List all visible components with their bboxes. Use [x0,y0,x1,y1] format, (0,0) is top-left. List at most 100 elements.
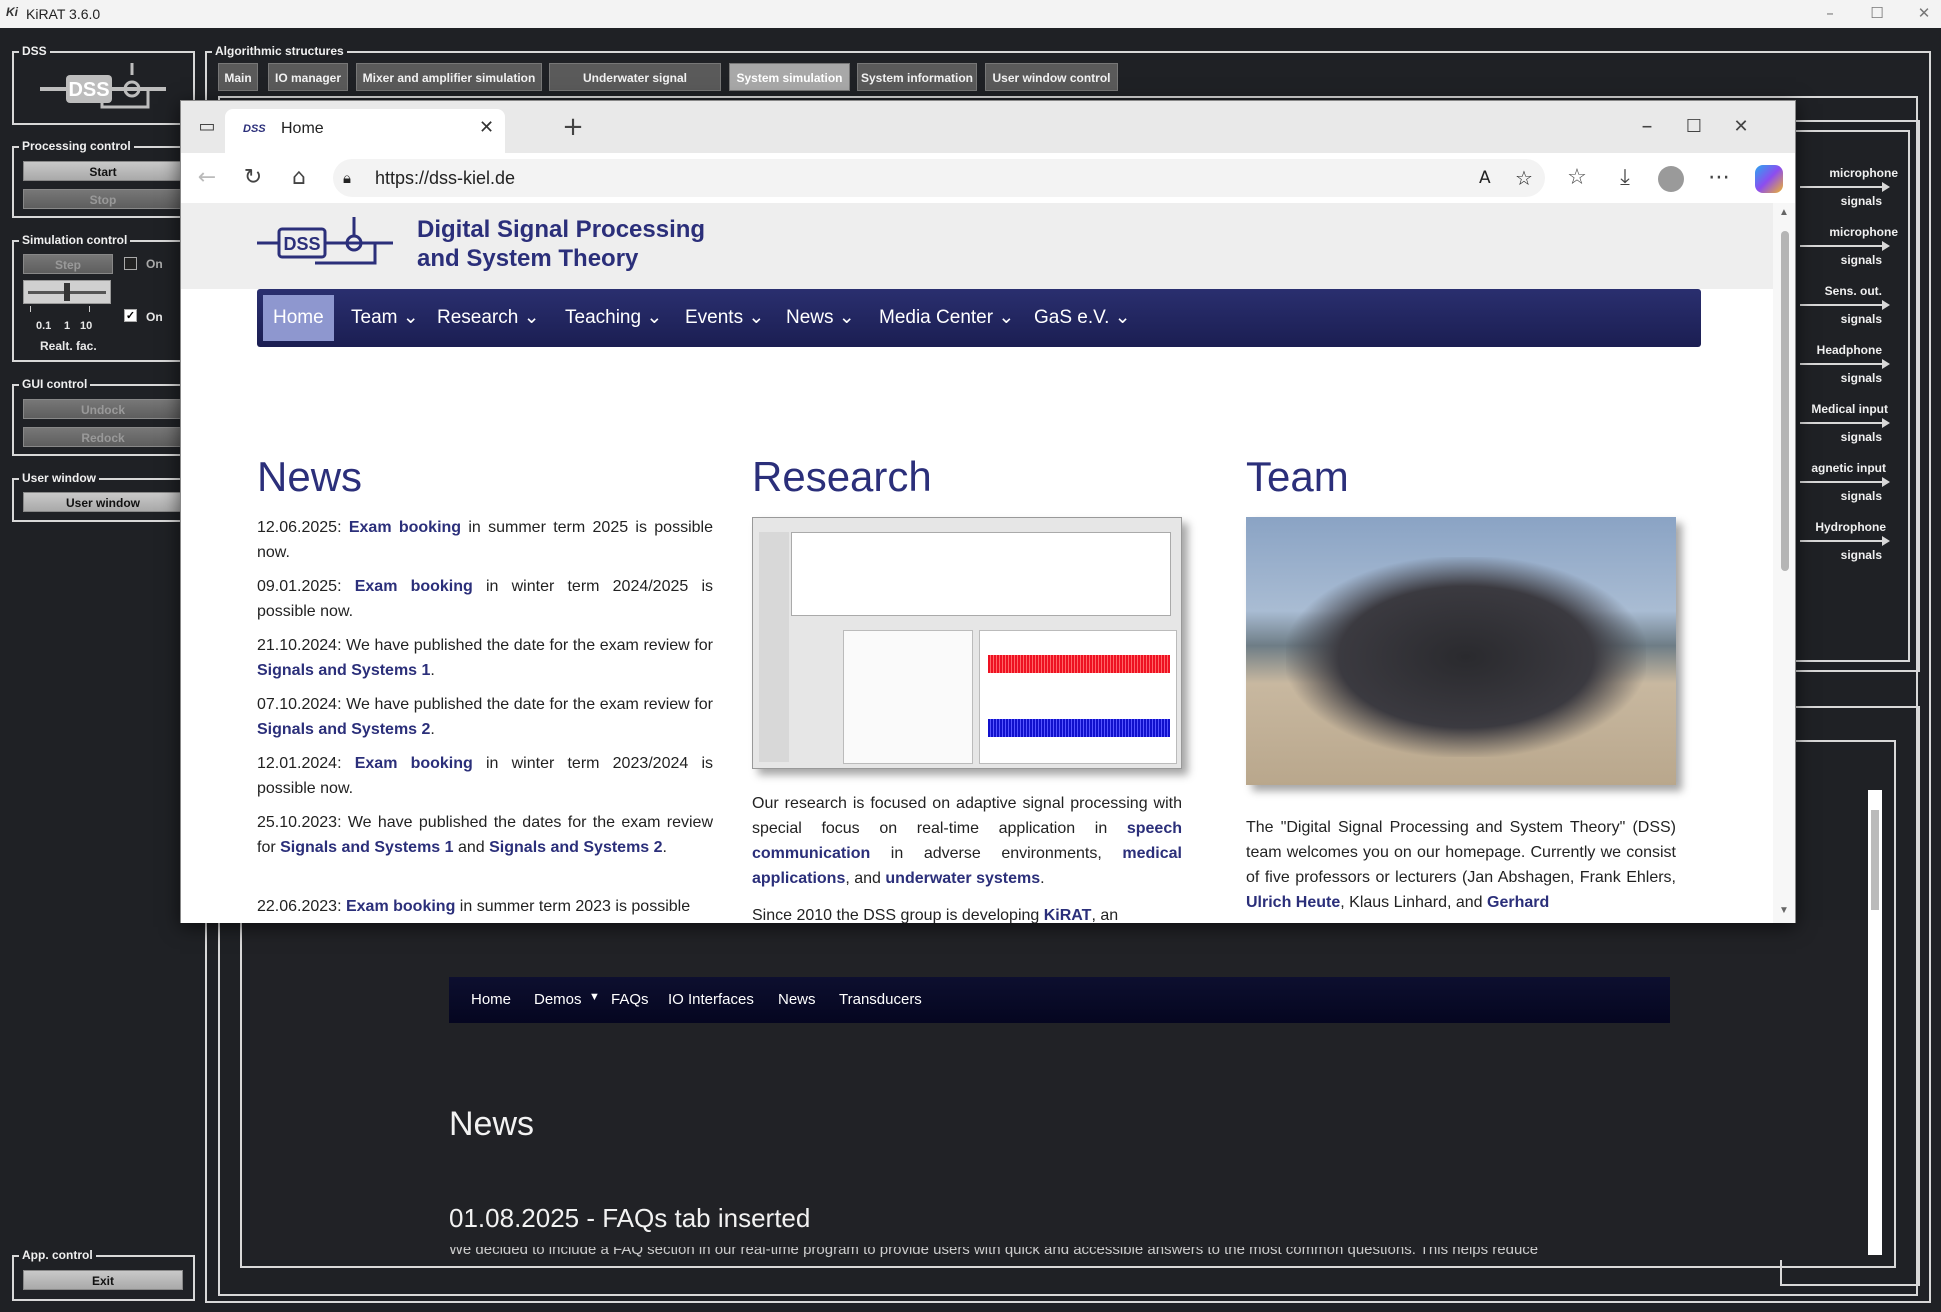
signals-systems-1-link[interactable]: Signals and Systems 1 [257,662,430,679]
realtime-on-checkbox[interactable]: ✓ [124,309,137,322]
news-item: 07.10.2024: We have published the date f… [257,696,713,738]
embedded-scrollbar[interactable] [1868,790,1882,1255]
gerhard-link[interactable]: Gerhard [1487,894,1549,911]
slider-handle[interactable] [64,283,70,301]
exam-booking-link[interactable]: Exam booking [355,578,473,595]
browser-tabbar: ▭ DSS Home ✕ + – ☐ ✕ [181,101,1795,153]
undock-button[interactable]: Undock [23,399,183,419]
refresh-icon[interactable]: ↻ [237,162,269,194]
realtime-factor-label: Realt. fac. [40,339,97,353]
news-item: 09.01.2025: Exam booking in winter term … [257,578,714,620]
home-icon[interactable]: ⌂ [283,162,315,194]
copilot-icon[interactable] [1755,165,1783,193]
tab-main[interactable]: Main [218,63,258,91]
nav-events[interactable]: Events ⌄ [675,289,774,347]
research-text-2: Since 2010 the DSS group is developing K… [752,907,1119,923]
tab-system-information[interactable]: System information [857,63,977,91]
kirat-link[interactable]: KiRAT [1044,907,1092,923]
favorites-icon[interactable]: ☆ [1561,162,1593,194]
close-tab-icon[interactable]: ✕ [479,117,494,138]
tab-user-window-control[interactable]: User window control [985,63,1118,91]
signals-systems-1-link[interactable]: Signals and Systems 1 [280,839,453,856]
user-window-button[interactable]: User window [23,492,183,512]
browser-tab-home[interactable]: DSS Home ✕ [225,109,505,153]
embedded-news-title: 01.08.2025 - FAQs tab inserted [449,1203,811,1233]
tab-mixer-amplifier[interactable]: Mixer and amplifier simulation [356,63,542,91]
dss-favicon-icon: DSS [243,123,266,135]
read-aloud-icon[interactable]: A [1479,159,1491,197]
embedded-nav-home[interactable]: Home [471,991,511,1008]
user-window-group: User window User window [12,471,195,522]
exam-booking-link[interactable]: Exam booking [346,898,455,915]
embedded-nav-demos[interactable]: Demos [534,991,582,1008]
browser-close-icon[interactable]: ✕ [1725,111,1757,143]
tab-system-simulation[interactable]: System simulation [729,63,850,91]
maximize-icon[interactable]: ☐ [1862,2,1892,24]
kirat-screenshot-image[interactable] [752,517,1182,769]
back-icon[interactable]: ← [191,162,223,194]
dss-logo-icon: DSS [40,63,166,109]
exam-booking-link[interactable]: Exam booking [355,755,473,772]
exam-booking-link[interactable]: Exam booking [349,519,461,536]
tab-underwater[interactable]: Underwater signal processing [549,63,721,113]
realtime-factor-slider[interactable] [23,280,111,304]
ulrich-heute-link[interactable]: Ulrich Heute [1246,894,1340,911]
scroll-down-icon[interactable]: ▼ [1779,905,1789,916]
team-photo-image[interactable] [1246,517,1676,785]
tick-label: 0.1 [36,320,52,332]
step-button[interactable]: Step [23,254,113,274]
gui-control-group: GUI control Undock Redock [12,377,195,456]
scroll-up-icon[interactable]: ▲ [1779,207,1789,218]
nav-media-center[interactable]: Media Center ⌄ [869,289,1024,347]
start-button[interactable]: Start [23,161,183,181]
signals-systems-2-link[interactable]: Signals and Systems 2 [489,839,662,856]
embedded-nav-io-interfaces[interactable]: IO Interfaces [668,991,754,1008]
processing-control-title: Processing control [19,139,134,153]
exit-button[interactable]: Exit [23,1270,183,1290]
more-options-icon[interactable]: ⋯ [1703,162,1735,194]
url-text: https://dss-kiel.de [375,168,516,188]
dss-site-logo-icon[interactable]: DSS [257,217,397,269]
underwater-systems-link[interactable]: underwater systems [885,870,1040,887]
signal-label-microphone-1: microphone [1829,166,1898,180]
nav-home[interactable]: Home [263,295,334,341]
realtime-on-label: On [146,310,163,324]
app-control-group: App. control Exit [12,1248,195,1301]
browser-minimize-icon[interactable]: – [1631,111,1663,143]
nav-team[interactable]: Team ⌄ [341,289,429,347]
signal-output-inner-box [1790,130,1910,662]
address-bar[interactable]: 🔒︎ https://dss-kiel.de A ☆ [333,159,1545,197]
close-icon[interactable]: ✕ [1909,2,1939,24]
svg-text:DSS: DSS [283,234,320,254]
nav-news[interactable]: News ⌄ [776,289,865,347]
scrollbar-thumb[interactable] [1781,231,1789,571]
minimize-icon[interactable]: – [1815,2,1845,24]
redock-button[interactable]: Redock [23,427,183,447]
web-viewport: DSS Digital Signal Processing and System… [181,203,1775,923]
tab-actions-icon[interactable]: ▭ [191,111,223,143]
signals-systems-2-link[interactable]: Signals and Systems 2 [257,721,430,738]
browser-maximize-icon[interactable]: ☐ [1678,111,1710,143]
new-tab-icon[interactable]: + [557,111,589,143]
step-on-checkbox[interactable] [124,257,137,270]
stop-button[interactable]: Stop [23,189,183,209]
embedded-nav-news[interactable]: News [778,991,816,1008]
embedded-nav-faqs[interactable]: FAQs [611,991,649,1008]
browser-scrollbar[interactable]: ▲ ▼ [1773,203,1795,923]
nav-research[interactable]: Research ⌄ [427,289,550,347]
tab-io-manager[interactable]: IO manager [268,63,348,91]
profile-avatar[interactable] [1658,166,1684,192]
site-navbar: Home Team ⌄ Research ⌄ Teaching ⌄ Events… [257,289,1701,347]
nav-teaching[interactable]: Teaching ⌄ [555,289,672,347]
lock-icon[interactable]: 🔒︎ [343,159,351,197]
signal-arrow [1800,241,1890,251]
signal-arrow [1800,418,1890,428]
download-icon[interactable]: ⤓ [1609,162,1641,194]
nav-gas-ev[interactable]: GaS e.V. ⌄ [1024,289,1141,347]
signal-label-microphone-2: microphone [1829,225,1898,239]
embedded-news-text: We decided to include a FAQ section in o… [449,1247,1539,1257]
embedded-nav-transducers[interactable]: Transducers [839,991,922,1008]
app-title: KiRAT 3.6.0 [26,6,101,22]
favorite-star-icon[interactable]: ☆ [1515,159,1533,197]
news-heading: News [257,453,363,500]
